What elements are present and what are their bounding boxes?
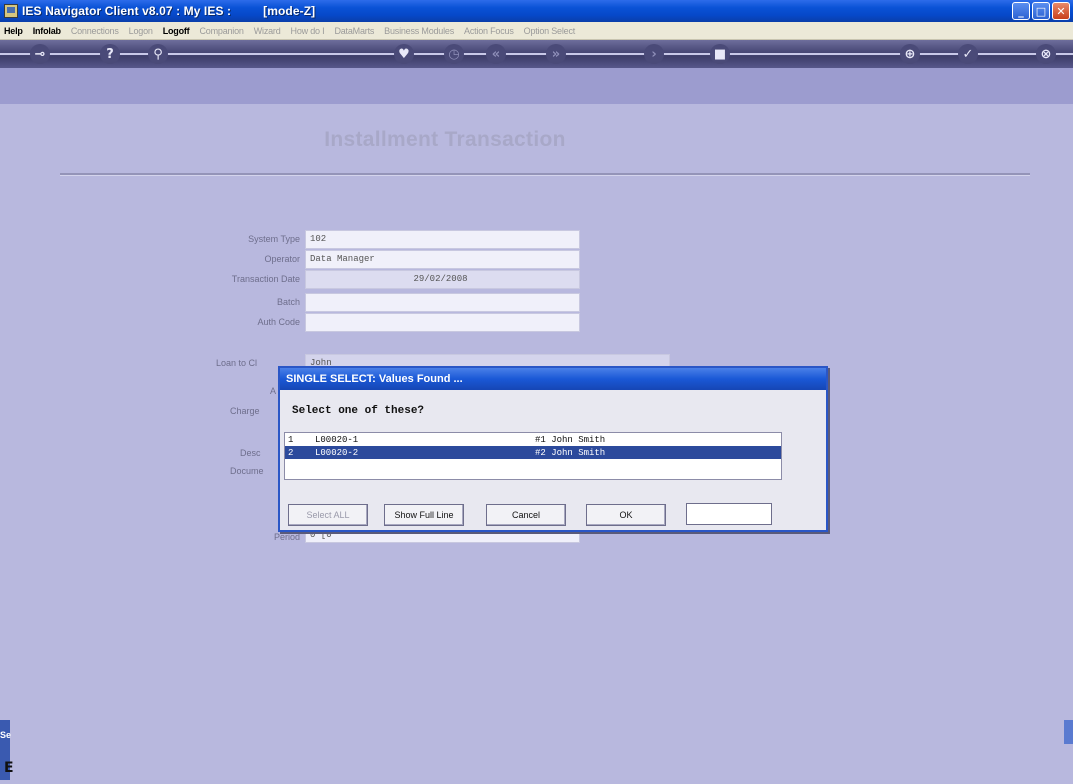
- batch-row: Batch: [0, 293, 600, 313]
- dialog-prompt: Select one of these?: [292, 405, 425, 417]
- menu-logoff[interactable]: Logoff: [163, 26, 190, 36]
- app-icon: [4, 4, 18, 18]
- operator-label: Operator: [264, 254, 300, 264]
- menu-wizard[interactable]: Wizard: [254, 26, 281, 36]
- row-number: 1: [288, 434, 294, 445]
- side-panel-tab-label: Se: [0, 730, 12, 740]
- document-label: Docume: [230, 466, 264, 476]
- forward-icon[interactable]: »: [546, 44, 566, 64]
- row-number: 2: [288, 447, 294, 458]
- operator-row: Operator Data Manager: [0, 250, 600, 270]
- batch-label: Batch: [276, 297, 300, 307]
- list-item[interactable]: 1 L00020-1 #1 John Smith: [285, 433, 781, 446]
- next-icon[interactable]: ›: [644, 44, 664, 64]
- rewind-icon[interactable]: «: [486, 44, 506, 64]
- close-window-button[interactable]: ✕: [1052, 2, 1070, 20]
- toolbar: ⊸ ? ⚲ ♥ ◷ « » › ■ ⊕ ✓ ⊗: [0, 40, 1073, 104]
- menu-companion[interactable]: Companion: [199, 26, 243, 36]
- transaction-date-label: Transaction Date: [231, 274, 300, 284]
- help-icon[interactable]: ?: [100, 44, 120, 64]
- search-icon[interactable]: ⚲: [148, 44, 168, 64]
- window-mode: [mode-Z]: [263, 4, 316, 18]
- window-title: IES Navigator Client v8.07 : My IES :: [22, 4, 232, 18]
- transaction-date-field[interactable]: 29/02/2008: [305, 270, 580, 289]
- menu-help[interactable]: Help: [4, 26, 23, 36]
- toolbar-strip: ⊸ ? ⚲ ♥ ◷ « » › ■ ⊕ ✓ ⊗: [0, 40, 1073, 68]
- auth-code-row: Auth Code: [0, 313, 600, 333]
- menu-infolab[interactable]: Infolab: [33, 26, 61, 36]
- heart-icon[interactable]: ♥: [394, 44, 414, 64]
- charge-label: Charge: [230, 406, 260, 416]
- row-code: L00020-2: [315, 447, 359, 458]
- app-window: IES Navigator Client v8.07 : My IES : [m…: [0, 0, 1073, 784]
- dialog-title[interactable]: SINGLE SELECT: Values Found ...: [280, 368, 826, 390]
- minimize-button[interactable]: _: [1012, 2, 1030, 20]
- menu-bar: Help Infolab Connections Logon Logoff Co…: [0, 22, 1073, 40]
- show-full-line-button[interactable]: Show Full Line: [384, 504, 464, 526]
- amount-label: A: [270, 386, 277, 396]
- menu-datamarts[interactable]: DataMarts: [334, 26, 374, 36]
- maximize-button[interactable]: □: [1032, 2, 1050, 20]
- period-label: Period: [273, 532, 300, 542]
- close-icon[interactable]: ⊗: [1036, 44, 1056, 64]
- menu-business-modules[interactable]: Business Modules: [384, 26, 454, 36]
- row-name: #2 John Smith: [535, 447, 606, 458]
- title-bar[interactable]: IES Navigator Client v8.07 : My IES : [m…: [0, 0, 1073, 22]
- filter-input[interactable]: [686, 503, 772, 525]
- system-type-field[interactable]: 102: [305, 230, 580, 249]
- menu-connections[interactable]: Connections: [71, 26, 119, 36]
- menu-logon[interactable]: Logon: [129, 26, 153, 36]
- ok-button[interactable]: OK: [586, 504, 666, 526]
- stop-icon[interactable]: ■: [710, 44, 730, 64]
- key-icon[interactable]: ⊸: [30, 44, 50, 64]
- operator-field[interactable]: Data Manager: [305, 250, 580, 269]
- menu-how-do-i[interactable]: How do I: [291, 26, 325, 36]
- auth-code-label: Auth Code: [257, 317, 300, 327]
- description-label: Desc: [240, 448, 261, 458]
- row-code: L00020-1: [315, 434, 359, 445]
- system-type-label: System Type: [248, 234, 300, 244]
- side-glyph: E: [4, 760, 14, 776]
- title-divider: [60, 173, 1030, 176]
- right-edge-tab[interactable]: [1064, 720, 1073, 744]
- single-select-dialog: SINGLE SELECT: Values Found ... Select o…: [278, 366, 828, 532]
- clock-icon[interactable]: ◷: [444, 44, 464, 64]
- add-icon[interactable]: ⊕: [900, 44, 920, 64]
- batch-field[interactable]: [305, 293, 580, 312]
- transaction-date-row: Transaction Date 29/02/2008: [0, 270, 600, 290]
- select-all-button[interactable]: Select ALL: [288, 504, 368, 526]
- check-icon[interactable]: ✓: [958, 44, 978, 64]
- values-list[interactable]: 1 L00020-1 #1 John Smith 2 L00020-2 #2 J…: [284, 432, 782, 480]
- row-name: #1 John Smith: [535, 434, 606, 445]
- system-type-row: System Type 102: [0, 230, 600, 250]
- menu-option-select[interactable]: Option Select: [524, 26, 576, 36]
- list-item-selected[interactable]: 2 L00020-2 #2 John Smith: [285, 446, 781, 459]
- auth-code-field[interactable]: [305, 313, 580, 332]
- cancel-button[interactable]: Cancel: [486, 504, 566, 526]
- page-title: Installment Transaction: [324, 128, 566, 151]
- menu-action-focus[interactable]: Action Focus: [464, 26, 514, 36]
